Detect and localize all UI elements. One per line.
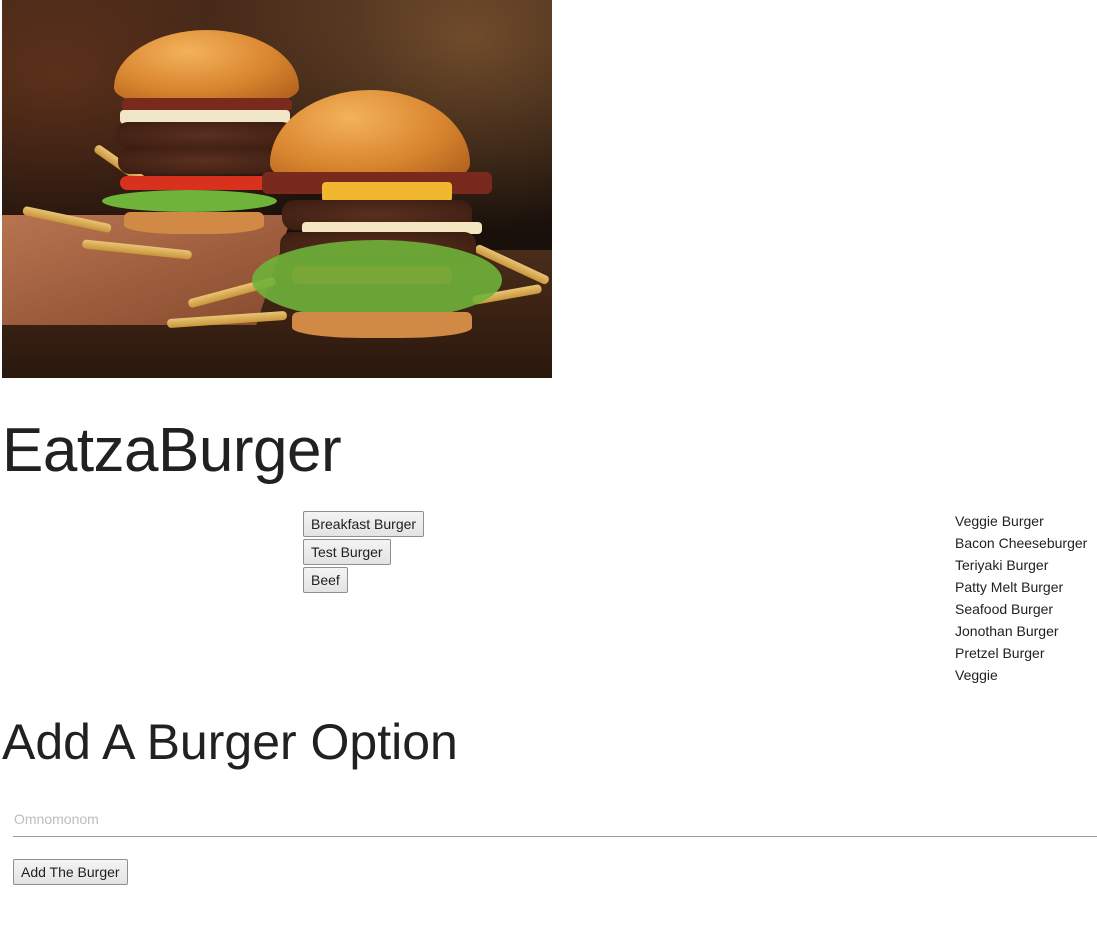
page-title: EatzaBurger [2, 416, 342, 485]
burger-hero-image [2, 0, 552, 378]
list-item: Veggie Burger [955, 513, 1044, 529]
add-burger-button[interactable]: Add The Burger [13, 859, 128, 885]
list-item: Teriyaki Burger [955, 557, 1049, 573]
add-burger-heading: Add A Burger Option [2, 714, 458, 770]
devour-button[interactable]: Test Burger [303, 539, 391, 565]
list-item: Bacon Cheeseburger [955, 535, 1088, 551]
burger-name-input[interactable] [13, 801, 1097, 837]
list-item: Jonothan Burger [955, 623, 1059, 639]
list-item: Seafood Burger [955, 601, 1054, 617]
list-item: Pretzel Burger [955, 645, 1045, 661]
uneaten-burger-list: Breakfast Burger Test Burger Beef [303, 511, 425, 593]
devoured-burger-list: Veggie Burger Bacon Cheeseburger Teriyak… [955, 510, 1087, 686]
devour-button[interactable]: Beef [303, 567, 348, 593]
burger-right [252, 90, 502, 340]
list-item: Veggie [955, 667, 998, 683]
devour-button[interactable]: Breakfast Burger [303, 511, 425, 537]
list-item: Patty Melt Burger [955, 579, 1064, 595]
